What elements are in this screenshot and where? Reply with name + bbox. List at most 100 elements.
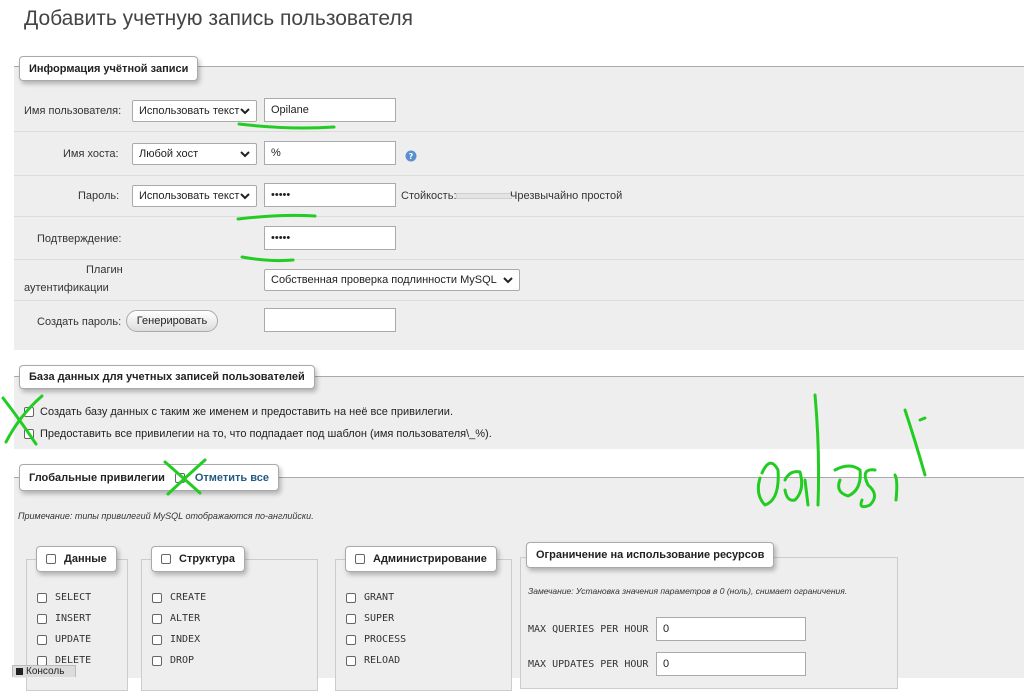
row-separator [14, 175, 1024, 176]
priv-checkbox[interactable] [37, 592, 47, 603]
wildcard-db-label: Предоставить все привилегии на то, что п… [40, 428, 492, 440]
max-updates-value: 0 [663, 658, 670, 670]
priv-item[interactable]: SELECT [37, 592, 91, 603]
global-privileges-legend: Глобальные привилегии Отметить все [19, 464, 279, 491]
account-info-legend: Информация учётной записи [19, 56, 199, 81]
priv-group-admin [335, 559, 512, 691]
row-separator [14, 300, 1024, 301]
priv-checkbox[interactable] [37, 655, 47, 666]
username-label: Имя пользователя: [24, 105, 122, 117]
strength-label: Стойкость: [401, 190, 457, 202]
row-separator [14, 216, 1024, 217]
password-value: ••••• [271, 189, 291, 201]
create-db-option[interactable]: Создать базу данных с таким же именем и … [24, 406, 453, 418]
help-icon[interactable]: ? [405, 150, 417, 162]
priv-group-admin-legend: Администрирование [345, 546, 497, 572]
priv-label: CREATE [170, 592, 207, 603]
priv-item[interactable]: GRANT [346, 592, 394, 603]
priv-checkbox[interactable] [346, 613, 356, 624]
global-note: Примечание: типы привилегий MySQL отобра… [18, 511, 314, 521]
priv-group-structure-legend: Структура [151, 546, 245, 572]
priv-item[interactable]: INDEX [152, 634, 200, 645]
priv-item[interactable]: PROCESS [346, 634, 406, 645]
priv-group-data-checkbox[interactable] [46, 554, 56, 564]
priv-checkbox[interactable] [37, 634, 47, 645]
priv-checkbox[interactable] [346, 592, 356, 603]
page-title: Добавить учетную запись пользователя [24, 7, 414, 30]
confirm-input[interactable]: ••••• [264, 226, 396, 250]
host-input[interactable]: % [264, 141, 396, 165]
host-mode-select[interactable]: Любой хост [132, 143, 257, 165]
console-tab[interactable]: Консоль [12, 665, 76, 677]
priv-checkbox[interactable] [152, 634, 162, 645]
create-db-label: Создать базу данных с таким же именем и … [40, 406, 453, 418]
database-legend: База данных для учетных записей пользова… [19, 365, 315, 389]
chevron-down-icon [240, 151, 250, 158]
host-label: Имя хоста: [63, 148, 119, 160]
priv-label: INSERT [55, 613, 92, 624]
priv-item[interactable]: CREATE [152, 592, 206, 603]
generate-button-label: Генерировать [136, 315, 208, 327]
max-queries-value: 0 [663, 623, 670, 635]
auth-plugin-value: Собственная проверка подлинности MySQL [271, 274, 497, 286]
resource-limits-title: Ограничение на использование ресурсов [536, 549, 765, 561]
priv-label: SELECT [55, 592, 92, 603]
auth-plugin-label-line1: Плагин [86, 264, 123, 276]
priv-item[interactable]: DROP [152, 655, 194, 666]
console-label: Консоль [26, 666, 65, 677]
username-mode-value: Использовать текст [139, 105, 240, 117]
priv-group-data-legend: Данные [36, 546, 117, 572]
auth-plugin-select[interactable]: Собственная проверка подлинности MySQL [264, 269, 520, 291]
username-value: Opilane [271, 104, 309, 116]
password-input[interactable]: ••••• [264, 183, 396, 207]
priv-checkbox[interactable] [37, 613, 47, 624]
max-updates-input[interactable]: 0 [656, 652, 806, 676]
create-db-checkbox[interactable] [24, 407, 34, 417]
priv-label: ALTER [170, 613, 201, 624]
generate-button[interactable]: Генерировать [126, 310, 218, 332]
priv-group-structure-checkbox[interactable] [161, 554, 171, 564]
confirm-value: ••••• [271, 232, 291, 244]
check-all-link[interactable]: Отметить все [195, 472, 269, 484]
resource-limits-legend: Ограничение на использование ресурсов [526, 542, 775, 568]
strength-text: Чрезвычайно простой [510, 190, 623, 202]
username-input[interactable]: Opilane [264, 98, 396, 122]
priv-checkbox[interactable] [152, 592, 162, 603]
priv-checkbox[interactable] [346, 655, 356, 666]
priv-checkbox[interactable] [152, 613, 162, 624]
username-mode-select[interactable]: Использовать текст [132, 100, 257, 122]
generated-password-input[interactable] [264, 308, 396, 332]
console-icon [16, 668, 23, 675]
svg-text:?: ? [409, 152, 414, 161]
password-mode-value: Использовать текст [139, 190, 240, 202]
priv-label: DROP [170, 655, 195, 666]
priv-label: UPDATE [55, 634, 92, 645]
priv-item[interactable]: INSERT [37, 613, 91, 624]
priv-group-admin-title: Администрирование [373, 553, 487, 565]
priv-item[interactable]: RELOAD [346, 655, 400, 666]
global-privileges-legend-text: Глобальные привилегии [29, 471, 165, 484]
priv-item[interactable]: SUPER [346, 613, 394, 624]
priv-group-data-title: Данные [64, 553, 107, 565]
password-mode-select[interactable]: Использовать текст [132, 185, 257, 207]
wildcard-db-checkbox[interactable] [24, 429, 34, 439]
priv-group-admin-checkbox[interactable] [355, 554, 365, 564]
priv-group-structure [141, 559, 318, 691]
resource-limits-note: Замечание: Установка значения параметров… [528, 586, 848, 596]
password-label: Пароль: [78, 190, 120, 202]
account-info-legend-text: Информация учётной записи [29, 62, 189, 75]
priv-label: PROCESS [364, 634, 407, 645]
row-separator [14, 131, 1024, 132]
priv-item[interactable]: UPDATE [37, 634, 91, 645]
priv-checkbox[interactable] [152, 655, 162, 666]
confirm-label: Подтверждение: [37, 233, 122, 245]
priv-label: INDEX [170, 634, 201, 645]
generate-label: Создать пароль: [37, 316, 122, 328]
priv-checkbox[interactable] [346, 634, 356, 645]
chevron-down-icon [503, 277, 513, 284]
priv-item[interactable]: ALTER [152, 613, 200, 624]
max-queries-input[interactable]: 0 [656, 617, 806, 641]
check-all-checkbox[interactable] [174, 472, 185, 483]
wildcard-db-option[interactable]: Предоставить все привилегии на то, что п… [24, 428, 492, 440]
host-mode-value: Любой хост [139, 148, 199, 160]
